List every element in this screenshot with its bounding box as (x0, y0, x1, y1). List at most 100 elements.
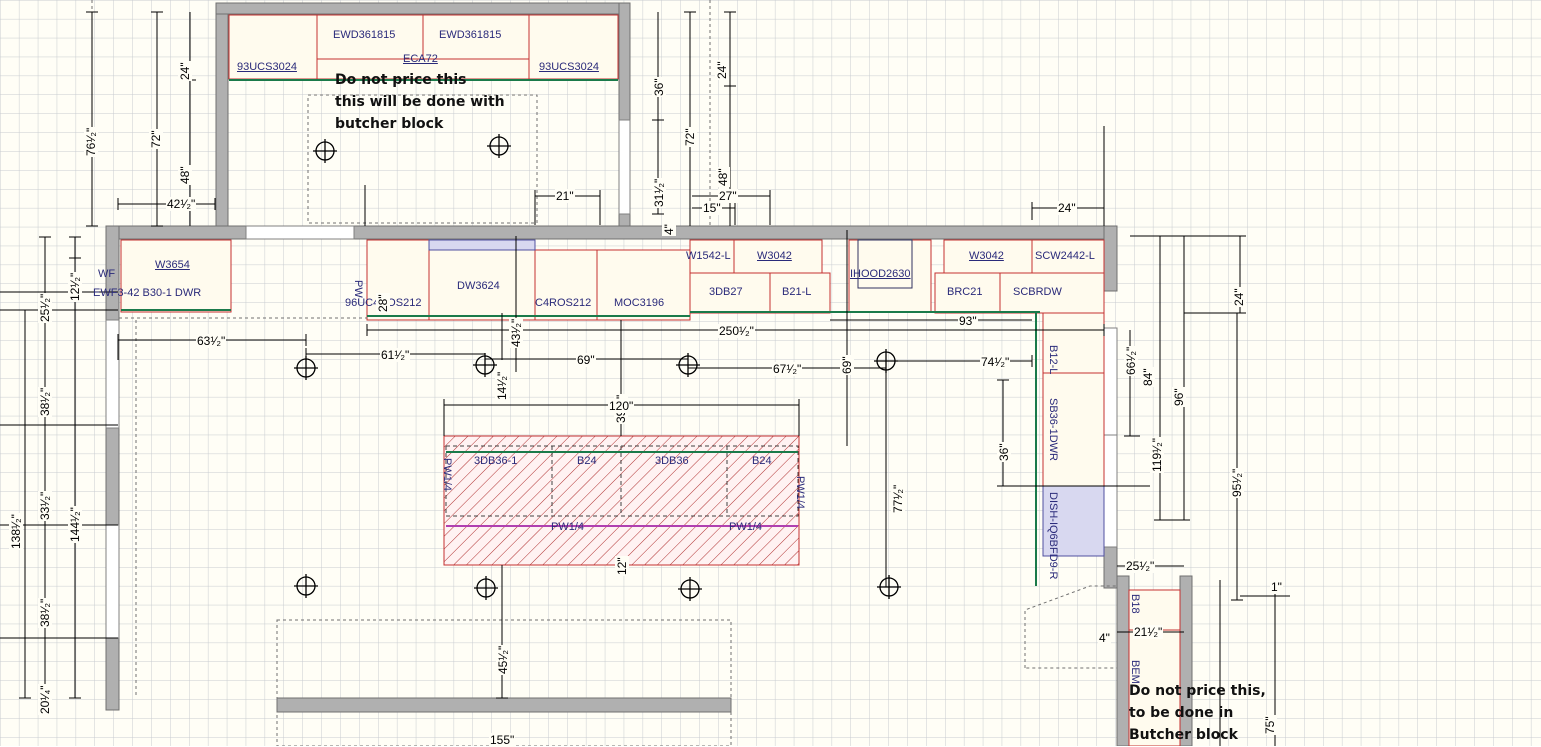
dim-33: 33¹⁄₂" (38, 490, 52, 521)
dim-120: 120" (608, 399, 635, 413)
label-wf: WF (98, 268, 116, 280)
dim-63: 63¹⁄₂" (196, 334, 227, 348)
label-ucs-right: 93UCS3024 (539, 61, 599, 73)
dim-66: 66¹⁄₂" (1124, 345, 1138, 376)
label-eca: ECA72 (403, 53, 438, 65)
label-ewd-right: EWD361815 (439, 29, 502, 41)
cabinet-w3654 (120, 239, 232, 313)
dim-48-left: 48" (178, 165, 192, 185)
label-island-b24-a: B24 (577, 455, 597, 467)
label-dw: DW3624 (457, 280, 500, 292)
dim-21: 21" (555, 189, 575, 203)
dim-74: 74¹⁄₂" (980, 355, 1011, 369)
label-island-3db36: 3DB36 (655, 455, 689, 467)
dim-14: 14¹⁄₂" (495, 370, 509, 401)
floor-plan-canvas: Do not price this this will be done with… (0, 0, 1541, 747)
label-island-b24-b: B24 (752, 455, 772, 467)
label-scw: SCW2442-L (1035, 250, 1095, 262)
dim-42: 42¹⁄₂" (166, 197, 197, 211)
dim-72-right: 72" (683, 127, 697, 147)
label-scbrdw: SCBRDW (1013, 286, 1062, 298)
label-island-pw14-b: PW1/4 (729, 521, 763, 533)
wall-main-right (1103, 225, 1118, 292)
label-island-pw14-right: PW1/4 (794, 476, 806, 510)
label-brc: BRC21 (947, 286, 983, 298)
window-left-2 (105, 524, 120, 639)
dim-12-b: 12" (615, 556, 629, 576)
dim-36-right: 36" (652, 77, 666, 97)
label-w3042-a: W3042 (757, 250, 792, 262)
dim-24-far: 24" (1232, 287, 1246, 307)
note-line: this will be done with (335, 94, 505, 110)
dim-67: 67¹⁄₂" (772, 362, 803, 376)
dim-76: 76¹⁄₂" (84, 126, 98, 157)
note-line: Do not price this (335, 72, 467, 88)
dim-31: 31¹⁄₂" (652, 177, 666, 208)
note-butcher-block-upper: Do not price this this will be done with… (335, 69, 505, 135)
dim-38-a: 38¹⁄₂" (38, 386, 52, 417)
label-island-pw14-a: PW1/4 (551, 521, 585, 533)
dim-36-mid: 36" (997, 442, 1011, 462)
label-moc: MOC3196 (614, 297, 665, 309)
dim-72-left: 72" (149, 129, 163, 149)
label-dish: DISH-IQ6BFD9-R (1047, 492, 1059, 580)
dim-25: 25¹⁄₂" (38, 292, 52, 323)
kitchen-floor-plan (0, 0, 1541, 746)
dim-4-b: 4" (1098, 631, 1111, 645)
dim-4: 4" (662, 223, 676, 236)
opening-upper-right (618, 119, 631, 215)
label-3db27: 3DB27 (709, 286, 743, 298)
dim-43: 43¹⁄₂" (509, 317, 523, 348)
opening-top (245, 225, 355, 240)
dim-69: 69" (576, 353, 596, 367)
dim-75: 75" (1263, 715, 1277, 735)
label-w3654: W3654 (155, 259, 190, 271)
label-ihood: IHOOD2630 (850, 268, 911, 280)
dim-77: 77¹⁄₂" (891, 483, 905, 514)
label-b12: B12-L (1047, 345, 1059, 375)
dim-96: 96" (1172, 387, 1186, 407)
grid (0, 0, 1541, 746)
dim-15: 15" (702, 201, 722, 215)
dim-84: 84" (1141, 367, 1155, 387)
window-left-1 (105, 319, 120, 429)
dim-21-b: 21¹⁄₂" (1133, 625, 1164, 639)
dim-69-b: 69" (840, 355, 854, 375)
dim-38-b: 38¹⁄₂" (38, 597, 52, 628)
label-b21: B21-L (782, 286, 812, 298)
label-b18: B18 (1129, 594, 1141, 614)
note-line: Do not price this, (1129, 683, 1266, 699)
wall-main-top-b (353, 225, 1118, 240)
wall-main-top-a (105, 225, 247, 240)
dim-20: 20¹⁄₄" (38, 684, 52, 715)
label-bem: BEM (1129, 660, 1141, 684)
dim-250: 250¹⁄₂" (718, 324, 755, 338)
label-w3042-b: W3042 (969, 250, 1004, 262)
dim-24-left: 24" (178, 61, 192, 81)
label-c4ros: C4ROS212 (535, 297, 592, 309)
label-sb36: SB36-1DWR (1047, 398, 1059, 461)
dim-93: 93" (958, 314, 978, 328)
window-right-2 (1103, 434, 1118, 548)
dim-144: 144¹⁄₂" (68, 506, 82, 543)
wall-upper-left (215, 2, 229, 236)
dim-28: 28" (376, 293, 390, 313)
label-w1542: W1542-L (686, 250, 731, 262)
label-island-pw14-left: PW1/4 (441, 458, 453, 492)
note-butcher-block-pantry: Do not price this, to be done in Butcher… (1129, 680, 1266, 746)
dim-24-top: 24" (715, 60, 729, 80)
dim-45: 45¹⁄₂" (496, 644, 510, 675)
dim-12: 12¹⁄₂" (68, 271, 82, 302)
dim-24-right: 24" (1057, 201, 1077, 215)
dim-61: 61¹⁄₂" (380, 348, 411, 362)
cabinet-moc (596, 249, 691, 321)
note-line: Butcher block (1129, 727, 1238, 743)
label-ewf-bdwr: EWF3-42 B30-1 DWR (93, 287, 202, 299)
label-island-3db36-1: 3DB36-1 (474, 455, 518, 467)
dim-138: 138¹⁄₂" (9, 513, 23, 550)
dw-top-panel (428, 239, 536, 251)
label-ucs-left: 93UCS3024 (237, 61, 297, 73)
dim-95: 95¹⁄₂" (1230, 467, 1244, 498)
note-line: butcher block (335, 116, 444, 132)
label-ewd-left: EWD361815 (333, 29, 396, 41)
